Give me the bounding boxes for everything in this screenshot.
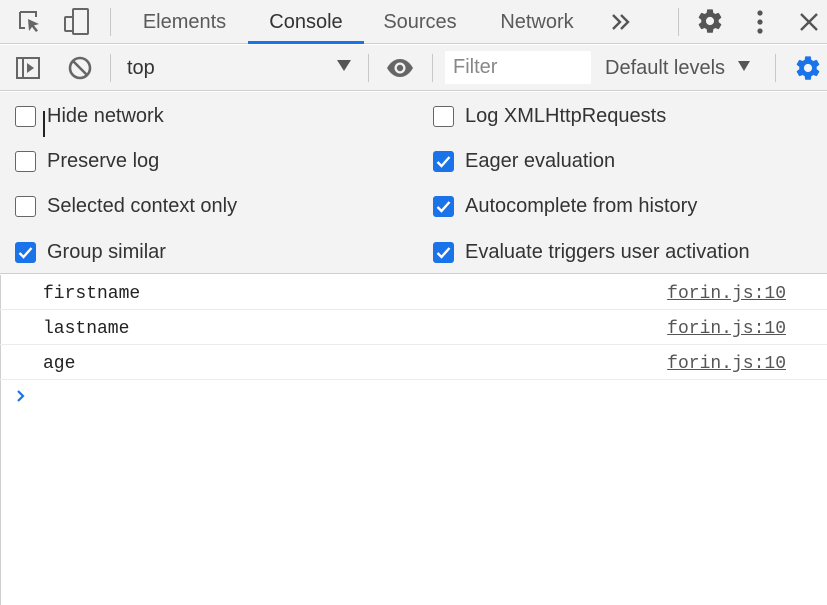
inspect-element-icon[interactable]: [14, 7, 46, 37]
option-group-similar[interactable]: Group similar: [15, 237, 166, 267]
more-options-icon[interactable]: [748, 6, 772, 38]
devtools-tab-bar: Elements Console Sources Network: [0, 0, 827, 44]
divider: [775, 54, 776, 82]
divider: [110, 54, 111, 82]
filter-input[interactable]: [445, 51, 591, 84]
log-levels-dropdown[interactable]: Default levels: [605, 45, 725, 91]
source-link[interactable]: forin.js:10: [667, 345, 786, 383]
option-label: Group similar: [47, 240, 166, 263]
option-label: Preserve log: [47, 149, 160, 172]
text-caret: [43, 111, 45, 137]
prompt-chevron-icon: [15, 388, 27, 409]
context-selector[interactable]: top: [127, 45, 155, 91]
source-link[interactable]: forin.js:10: [667, 275, 786, 313]
checkmark-icon: [436, 155, 451, 168]
checkbox-hide-network[interactable]: [15, 105, 36, 127]
console-toolbar: top Default levels: [0, 45, 827, 91]
gear-icon[interactable]: [694, 5, 726, 37]
console-prompt[interactable]: [0, 380, 827, 416]
option-preserve-log[interactable]: Preserve log: [15, 146, 159, 176]
checkbox-group-similar[interactable]: [15, 241, 36, 263]
console-settings-gear-icon[interactable]: [793, 53, 823, 83]
console-messages: firstname forin.js:10 lastname forin.js:…: [0, 275, 827, 416]
dropdown-arrow-icon[interactable]: [738, 61, 750, 71]
checkmark-icon: [436, 200, 451, 213]
divider: [678, 8, 679, 36]
checkbox-preserve-log[interactable]: [15, 150, 36, 172]
show-sidebar-icon[interactable]: [13, 53, 43, 83]
clear-console-icon[interactable]: [65, 53, 95, 83]
option-log-xmlhttprequests[interactable]: Log XMLHttpRequests: [433, 101, 666, 131]
option-selected-context-only[interactable]: Selected context only: [15, 191, 237, 221]
option-evaluate-triggers-user-activation[interactable]: Evaluate triggers user activation: [433, 237, 750, 267]
eye-icon[interactable]: [384, 53, 416, 83]
message-text: lastname: [43, 319, 130, 339]
tab-sources[interactable]: Sources: [374, 0, 466, 44]
checkbox-log-xmlhttprequests[interactable]: [433, 105, 454, 127]
tab-network[interactable]: Network: [486, 0, 588, 44]
checkmark-icon: [436, 246, 451, 259]
checkmark-icon: [18, 246, 33, 259]
option-label: Log XMLHttpRequests: [465, 104, 667, 127]
close-icon[interactable]: [795, 8, 823, 36]
option-label: Autocomplete from history: [465, 194, 698, 217]
option-label: Evaluate triggers user activation: [465, 240, 750, 263]
checkbox-eager-evaluation[interactable]: [433, 150, 454, 172]
option-autocomplete-from-history[interactable]: Autocomplete from history: [433, 191, 697, 221]
divider: [110, 8, 111, 36]
device-toolbar-icon[interactable]: [61, 5, 93, 39]
option-label: Selected context only: [47, 194, 238, 217]
checkbox-evaluate-triggers-user-activation[interactable]: [433, 241, 454, 263]
active-tab-indicator: [248, 41, 364, 44]
divider: [368, 54, 369, 82]
console-message: lastname forin.js:10: [0, 310, 827, 345]
message-text: firstname: [43, 284, 141, 304]
double-chevron-right-icon[interactable]: [607, 8, 635, 36]
divider: [432, 54, 433, 82]
console-settings-panel: Hide network Preserve log Selected conte…: [0, 92, 827, 274]
option-label: Eager evaluation: [465, 149, 616, 172]
option-hide-network[interactable]: Hide network: [15, 101, 164, 131]
checkbox-autocomplete-from-history[interactable]: [433, 195, 454, 217]
tab-elements[interactable]: Elements: [131, 0, 238, 44]
message-text: age: [43, 354, 76, 374]
console-message: age forin.js:10: [0, 345, 827, 380]
tab-console[interactable]: Console: [248, 0, 364, 44]
option-label: Hide network: [47, 104, 164, 127]
dropdown-arrow-icon[interactable]: [337, 60, 351, 71]
console-message: firstname forin.js:10: [0, 275, 827, 310]
checkbox-selected-context-only[interactable]: [15, 195, 36, 217]
option-eager-evaluation[interactable]: Eager evaluation: [433, 146, 615, 176]
source-link[interactable]: forin.js:10: [667, 310, 786, 348]
